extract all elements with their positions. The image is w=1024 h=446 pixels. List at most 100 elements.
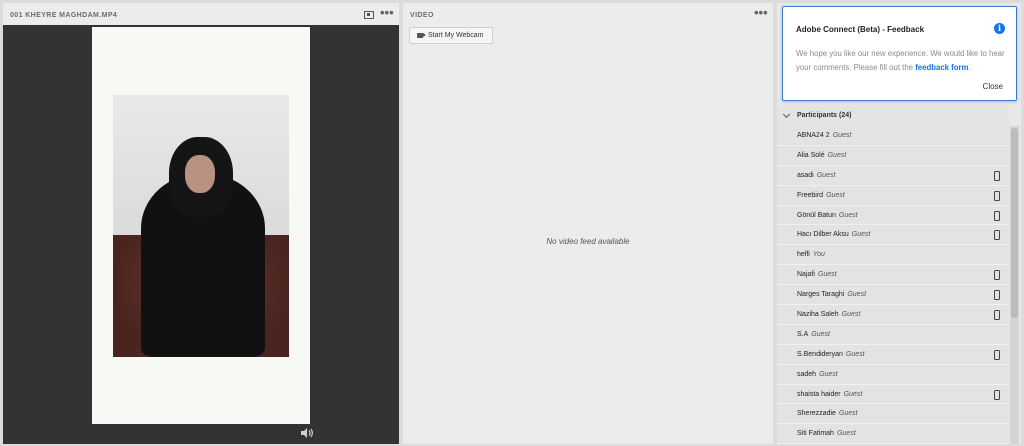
participant-name: Narges Taraghi Guest xyxy=(797,291,866,298)
share-pod: 001 KHEYRE MAGHDAM.MP4 ••• xyxy=(3,3,399,444)
volume-icon[interactable] xyxy=(300,427,314,439)
participant-row[interactable]: Freebird Guest xyxy=(777,185,1009,206)
participant-name-text: Narges Taraghi xyxy=(797,291,845,299)
participant-name: Sherezzadie Guest xyxy=(797,410,858,417)
participants-count-title: Participants (24) xyxy=(797,112,852,119)
participant-row[interactable]: shaista haider Guest xyxy=(777,384,1009,405)
participant-name: Najafi Guest xyxy=(797,271,837,278)
participant-role: Guest xyxy=(847,291,867,299)
participant-row[interactable]: S.A Guest xyxy=(777,324,1009,345)
participant-name-text: Hacı Dilber Aksu xyxy=(797,231,849,239)
participant-name: Siti Fatimah Guest xyxy=(797,430,856,437)
share-pod-title: 001 KHEYRE MAGHDAM.MP4 xyxy=(10,12,118,19)
participant-name-text: Freebird xyxy=(797,191,824,199)
participant-row[interactable]: Narges Taraghi Guest xyxy=(777,285,1009,306)
figure-face-shape xyxy=(185,155,215,193)
close-feedback-button[interactable]: Close xyxy=(983,82,1003,91)
participant-row[interactable]: ABNA24 2 Guest xyxy=(777,126,1009,146)
participant-name-text: Gönül Batun xyxy=(797,211,836,219)
video-pod-title: VIDEO xyxy=(410,12,434,19)
participant-role: Guest xyxy=(841,311,861,319)
participant-name-text: sadeh xyxy=(797,370,817,378)
fullscreen-icon[interactable] xyxy=(364,11,374,19)
participant-row[interactable]: Naziha Saleh Guest xyxy=(777,305,1009,325)
participant-row[interactable]: Sherezzadie Guest xyxy=(777,404,1009,425)
participants-scrollbar[interactable] xyxy=(1010,126,1019,444)
video-frame xyxy=(92,27,310,424)
participant-row[interactable]: Gönül Batun Guest xyxy=(777,205,1009,226)
participant-role: Guest xyxy=(845,350,865,358)
participant-name-text: Sherezzadie xyxy=(797,410,836,418)
mobile-device-icon xyxy=(994,389,1000,400)
participant-name-text: Najafi xyxy=(797,271,815,279)
participant-name: Naziha Saleh Guest xyxy=(797,311,860,318)
participant-row[interactable]: sadeh Guest xyxy=(777,364,1009,385)
video-pod-header: VIDEO ••• xyxy=(403,3,773,25)
feedback-notification: Adobe Connect (Beta) - Feedback i We hop… xyxy=(782,6,1017,101)
participants-section-header[interactable]: Participants (24) xyxy=(777,106,1009,126)
mobile-device-icon xyxy=(994,290,1000,301)
feedback-message-text: We hope you like our new experience. We … xyxy=(796,49,1005,72)
mobile-device-icon xyxy=(994,170,1000,181)
participant-row[interactable]: Najafi Guest xyxy=(777,265,1009,286)
participant-name-text: ABNA24 2 xyxy=(797,132,830,139)
participant-name-text: Naziha Saleh xyxy=(797,311,839,319)
video-pod-menu-icon[interactable]: ••• xyxy=(754,6,768,19)
participant-name: ABNA24 2 Guest xyxy=(797,132,851,139)
chevron-down-icon[interactable] xyxy=(782,110,791,119)
participant-name: helfi You xyxy=(797,251,825,258)
video-content-image xyxy=(113,95,289,357)
participant-role: Guest xyxy=(827,151,847,159)
participant-name-text: Alia Solé xyxy=(797,151,825,159)
participant-role: Guest xyxy=(819,370,838,378)
feedback-message: We hope you like our new experience. We … xyxy=(796,47,1011,75)
participant-row[interactable]: asadi Guest xyxy=(777,165,1009,186)
participant-row[interactable]: Alia Solé Guest xyxy=(777,145,1009,166)
participant-name-text: S.A xyxy=(797,330,809,338)
participant-role: Guest xyxy=(826,191,845,199)
participant-name-text: S.Bendideryan xyxy=(797,350,843,358)
participant-name: Gönül Batun Guest xyxy=(797,212,858,219)
mobile-device-icon xyxy=(994,190,1000,201)
participant-name: Hacı Dilber Aksu Guest xyxy=(797,231,870,238)
participant-name: Alia Solé Guest xyxy=(797,152,846,159)
participant-name: asadi Guest xyxy=(797,172,835,179)
participant-row[interactable]: S.Bendideryan Guest xyxy=(777,344,1009,365)
participant-name-text: shaista haider xyxy=(797,390,841,398)
participant-role: Guest xyxy=(811,330,830,338)
mobile-device-icon xyxy=(994,210,1000,221)
participant-name-text: Siti Fatimah xyxy=(797,430,834,438)
participant-row[interactable]: Hacı Dilber Aksu Guest xyxy=(777,225,1009,246)
participant-name-text: asadi xyxy=(797,171,814,179)
share-pod-menu-icon[interactable]: ••• xyxy=(380,6,394,19)
mobile-device-icon xyxy=(994,349,1000,360)
participant-role: You xyxy=(812,251,825,259)
mobile-device-icon xyxy=(994,270,1000,281)
webcam-icon xyxy=(417,33,426,38)
feedback-form-link[interactable]: feedback form xyxy=(915,63,968,72)
participant-row[interactable]: helfi You xyxy=(777,245,1009,266)
participant-name: shaista haider Guest xyxy=(797,391,862,398)
participant-row[interactable]: Siti Fatimah Guest xyxy=(777,424,1009,445)
participant-name: S.A Guest xyxy=(797,331,830,338)
participant-name-text: helfi xyxy=(797,251,810,259)
feedback-title: Adobe Connect (Beta) - Feedback xyxy=(796,25,925,34)
participant-name: Freebird Guest xyxy=(797,192,845,199)
participants-list: ABNA24 2 Guest Alia Solé Guest asadi Guest Fre… xyxy=(777,126,1009,445)
start-webcam-label: Start My Webcam xyxy=(428,32,484,39)
mobile-device-icon xyxy=(994,230,1000,241)
share-stage xyxy=(3,25,399,444)
info-icon: i xyxy=(994,23,1005,34)
share-pod-header: 001 KHEYRE MAGHDAM.MP4 ••• xyxy=(3,3,399,25)
no-video-feed-message: No video feed available xyxy=(546,237,630,246)
participant-name: S.Bendideryan Guest xyxy=(797,351,865,358)
participants-scroll-thumb[interactable] xyxy=(1011,128,1018,318)
participant-role: Guest xyxy=(816,171,836,179)
participant-role: Guest xyxy=(851,231,871,239)
video-pod: VIDEO ••• Start My Webcam No video feed … xyxy=(403,3,773,444)
participant-role: Guest xyxy=(838,410,858,418)
participant-name: sadeh Guest xyxy=(797,371,838,378)
start-webcam-button[interactable]: Start My Webcam xyxy=(409,27,493,44)
mobile-device-icon xyxy=(994,310,1000,321)
attendees-pod: Adobe Connect (Beta) - Feedback i We hop… xyxy=(777,3,1021,445)
